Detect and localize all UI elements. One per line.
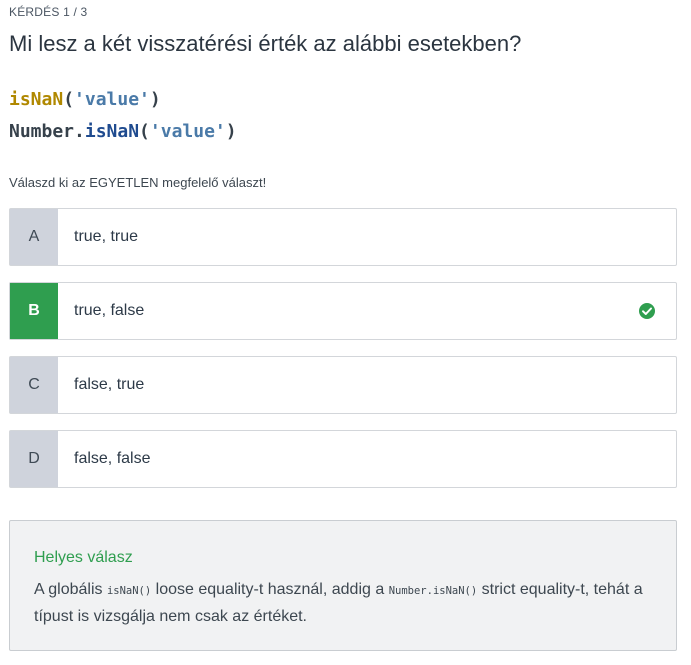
- code-fn: isNaN: [9, 89, 64, 110]
- code-object: Number.: [9, 121, 85, 142]
- code-fn: isNaN: [84, 121, 140, 142]
- code-line-1: isNaN('value'): [9, 89, 161, 110]
- option-letter: B: [10, 283, 58, 339]
- code-paren-close: ): [149, 89, 161, 110]
- option-text: true, true: [74, 228, 139, 245]
- code-paren-open: (: [63, 89, 75, 110]
- option-text: false, true: [74, 376, 145, 393]
- option-letter: C: [10, 357, 58, 413]
- instruction-text: Válaszd ki az EGYETLEN megfelelő választ…: [9, 175, 267, 190]
- question-title: Mi lesz a két visszatérési érték az aláb…: [9, 31, 522, 56]
- answer-option-b[interactable]: B true, false: [9, 282, 677, 340]
- code-paren-close: ): [225, 121, 237, 142]
- code-string: 'value': [149, 121, 226, 142]
- inline-code-number-isnan: Number.isNaN(): [388, 585, 478, 597]
- option-letter: A: [10, 209, 58, 265]
- inline-code-isnan: isNaN(): [106, 585, 152, 597]
- check-circle-icon: [639, 303, 655, 319]
- option-text: false, false: [74, 450, 151, 467]
- code-paren-open: (: [139, 121, 150, 142]
- feedback-panel: Helyes válasz A globális isNaN() loose e…: [9, 520, 677, 651]
- code-string: 'value': [74, 89, 150, 110]
- question-counter: KÉRDÉS 1 / 3: [9, 5, 88, 19]
- feedback-text-2: loose equality-t használ, addig a: [151, 581, 389, 598]
- answer-option-a[interactable]: A true, true: [9, 208, 677, 266]
- feedback-body: A globális isNaN() loose equality-t hasz…: [34, 577, 652, 630]
- answer-option-c[interactable]: C false, true: [9, 356, 677, 414]
- option-letter: D: [10, 431, 58, 487]
- feedback-text-1: A globális: [34, 581, 107, 598]
- feedback-title: Helyes válasz: [34, 549, 133, 566]
- option-text: true, false: [74, 302, 145, 319]
- answer-option-d[interactable]: D false, false: [9, 430, 677, 488]
- code-line-2: Number.isNaN('value'): [9, 121, 237, 142]
